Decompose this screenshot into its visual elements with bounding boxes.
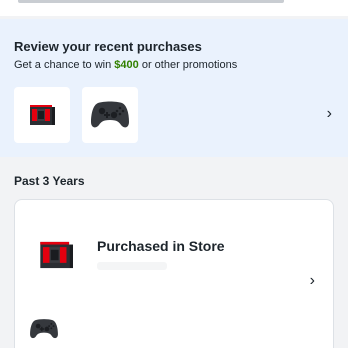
review-purchases-banner[interactable]: Review your recent purchases Get a chanc… <box>0 19 348 157</box>
order-item-console <box>39 238 79 274</box>
review-subtitle-prefix: Get a chance to win <box>14 59 115 71</box>
chevron-right-icon[interactable]: › <box>310 272 315 290</box>
faded-order-detail <box>97 262 167 270</box>
review-product-thumb-console[interactable] <box>14 87 70 143</box>
review-product-thumb-controller[interactable] <box>82 87 138 143</box>
prize-amount: $400 <box>114 59 139 71</box>
purchase-channel-label: Purchased in Store <box>97 238 225 254</box>
search-bar-edge[interactable] <box>18 0 284 3</box>
past-years-heading: Past 3 Years <box>14 174 85 188</box>
purchase-order-card[interactable]: Purchased in Store › <box>14 199 334 348</box>
game-controller-icon <box>30 319 58 339</box>
chevron-right-icon[interactable]: › <box>327 105 332 123</box>
top-search-area <box>0 0 348 16</box>
review-title: Review your recent purchases <box>14 39 202 54</box>
console-box-icon <box>30 105 55 125</box>
game-controller-icon <box>91 101 129 128</box>
order-item-controller <box>29 318 59 340</box>
review-subtitle-suffix: or other promotions <box>138 59 238 71</box>
review-subtitle: Get a chance to win $400 or other promot… <box>14 59 237 71</box>
console-box-icon <box>40 241 73 269</box>
